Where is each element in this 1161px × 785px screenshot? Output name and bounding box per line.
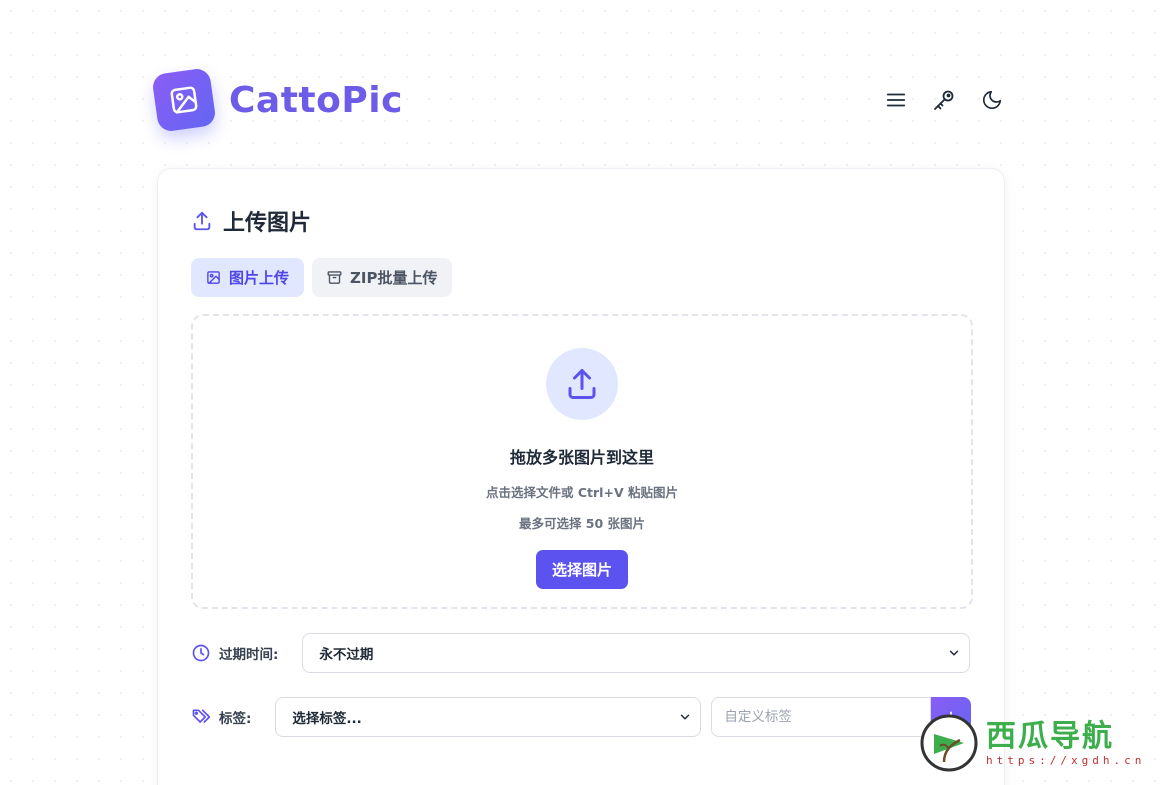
api-key-button[interactable]: [931, 87, 957, 113]
dropzone-title: 拖放多张图片到这里: [509, 448, 654, 467]
header-actions: [883, 87, 1005, 113]
logo: [151, 67, 217, 133]
card-title: 上传图片: [223, 211, 312, 236]
menu-icon: [886, 93, 906, 107]
watermark-title: 西瓜导航: [986, 718, 1114, 754]
card-header: 上传图片: [191, 205, 311, 237]
image-icon: [170, 86, 198, 114]
watermark-text: 西瓜导航 https://xgdh.cn: [986, 718, 1146, 767]
tags-label: 标签:: [219, 711, 252, 727]
image-icon: [207, 271, 220, 284]
tags-row: 标签: 选择标签...: [191, 697, 972, 737]
drop-zone[interactable]: 拖放多张图片到这里 点击选择文件或 Ctrl+V 粘贴图片 最多可选择 50 张…: [191, 314, 973, 609]
expiry-label: 过期时间:: [219, 647, 279, 663]
app-header: CattoPic: [151, 67, 1005, 133]
tab-label: ZIP批量上传: [350, 269, 438, 287]
key-icon: [934, 90, 954, 110]
upload-icon: [193, 211, 211, 231]
tab-image-upload[interactable]: 图片上传: [191, 258, 305, 297]
theme-toggle-button[interactable]: [979, 87, 1005, 113]
chevron-down-icon: [950, 650, 959, 656]
upload-card: 上传图片 图片上传 ZIP批量上传 拖放多张图片到这里 点击选择文件或 Ctrl…: [157, 168, 1005, 785]
choose-images-button[interactable]: 选择图片: [535, 550, 628, 589]
tags-icon: [192, 709, 211, 723]
upload-circle: [546, 348, 618, 420]
moon-icon: [982, 90, 1002, 110]
tab-zip-upload[interactable]: ZIP批量上传: [312, 258, 453, 297]
menu-button[interactable]: [883, 87, 909, 113]
brand[interactable]: CattoPic: [151, 67, 403, 133]
tags-select[interactable]: 选择标签...: [275, 697, 702, 737]
upload-icon: [568, 369, 596, 399]
tab-label: 图片上传: [229, 269, 290, 287]
tags-select-value: 选择标签...: [292, 711, 362, 727]
expiry-select[interactable]: 永不过期: [302, 633, 971, 673]
brand-name: CattoPic: [229, 79, 403, 121]
clock-icon: [192, 644, 210, 662]
watermelon-logo-icon: [920, 714, 978, 772]
archive-icon: [327, 271, 342, 284]
expiry-row: 过期时间: 永不过期: [191, 633, 971, 673]
dropzone-subtitle: 点击选择文件或 Ctrl+V 粘贴图片: [486, 485, 678, 500]
watermark-url: https://xgdh.cn: [986, 753, 1146, 767]
custom-tag-input[interactable]: [711, 697, 932, 737]
upload-tabs: 图片上传 ZIP批量上传: [191, 258, 453, 297]
watermark: 西瓜导航 https://xgdh.cn: [920, 712, 1152, 774]
dropzone-limit: 最多可选择 50 张图片: [518, 516, 646, 531]
chevron-down-icon: [681, 714, 690, 720]
expiry-selected-value: 永不过期: [319, 647, 374, 663]
